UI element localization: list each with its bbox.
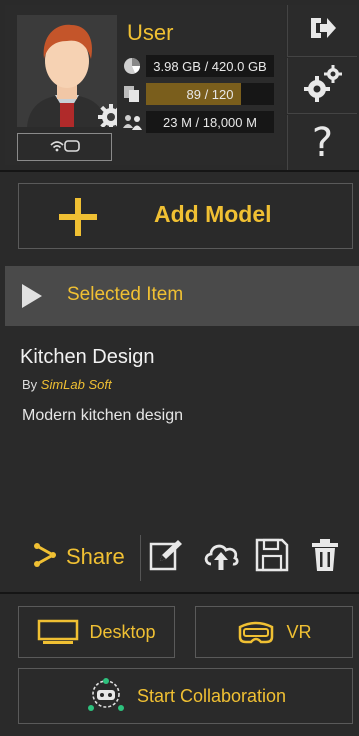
pie-chart-icon — [122, 57, 142, 75]
gear-icon[interactable] — [97, 103, 117, 127]
selected-item-label: Selected Item — [67, 284, 184, 305]
logout-icon — [308, 14, 338, 47]
action-separator — [140, 535, 141, 581]
vr-headset-icon — [236, 619, 276, 645]
traffic-stat: 23 M / 18,000 M — [122, 111, 280, 133]
divider — [0, 170, 359, 172]
avatar[interactable] — [17, 15, 117, 127]
help-button[interactable]: ? — [287, 115, 357, 170]
question-mark-icon: ? — [311, 119, 334, 166]
copies-icon — [122, 85, 142, 103]
delete-button[interactable] — [306, 538, 344, 576]
main-panel: User 3.98 GB / 420.0 GB 89 / 120 23 M / … — [0, 0, 359, 736]
desktop-button[interactable]: Desktop — [18, 606, 175, 658]
share-icon — [32, 542, 58, 573]
wireless-connect-button[interactable] — [17, 133, 112, 161]
logout-button[interactable] — [287, 5, 357, 57]
desktop-label: Desktop — [89, 621, 156, 642]
collaboration-label: Start Collaboration — [136, 685, 287, 706]
by-prefix: By — [22, 377, 38, 392]
models-value: 89 / 120 — [186, 86, 234, 102]
add-model-label: Add Model — [154, 201, 272, 227]
item-author[interactable]: SimLab Soft — [41, 377, 112, 392]
share-button[interactable]: Share — [32, 537, 125, 577]
save-button[interactable] — [253, 538, 291, 576]
vr-button[interactable]: VR — [195, 606, 353, 658]
save-icon — [254, 537, 290, 578]
edit-button[interactable] — [147, 538, 185, 576]
username: User — [127, 20, 174, 45]
start-collaboration-button[interactable]: Start Collaboration — [18, 668, 353, 724]
cloud-upload-icon — [202, 538, 240, 577]
item-author-line: By SimLab Soft — [22, 377, 112, 392]
play-icon — [22, 284, 42, 308]
trash-icon — [310, 538, 340, 577]
settings-button[interactable] — [287, 58, 357, 114]
user-area: User 3.98 GB / 420.0 GB 89 / 120 23 M / … — [5, 5, 285, 165]
monitor-icon — [37, 619, 79, 645]
selected-item-header[interactable]: Selected Item — [5, 266, 359, 326]
plus-icon — [59, 198, 97, 236]
storage-value: 3.98 GB / 420.0 GB — [153, 58, 267, 74]
item-title: Kitchen Design — [20, 346, 155, 368]
storage-stat: 3.98 GB / 420.0 GB — [122, 55, 280, 77]
share-label: Share — [66, 544, 125, 569]
gears-icon — [303, 63, 343, 108]
wireless-icon — [45, 135, 85, 160]
item-description: Modern kitchen design — [22, 407, 183, 424]
collaboration-icon — [85, 677, 127, 715]
add-model-button[interactable]: Add Model — [18, 183, 353, 249]
edit-icon — [148, 537, 184, 578]
upload-button[interactable] — [202, 538, 240, 576]
traffic-value: 23 M / 18,000 M — [163, 114, 257, 130]
users-icon — [122, 113, 142, 131]
vr-label: VR — [286, 621, 312, 642]
models-stat: 89 / 120 — [122, 83, 280, 105]
